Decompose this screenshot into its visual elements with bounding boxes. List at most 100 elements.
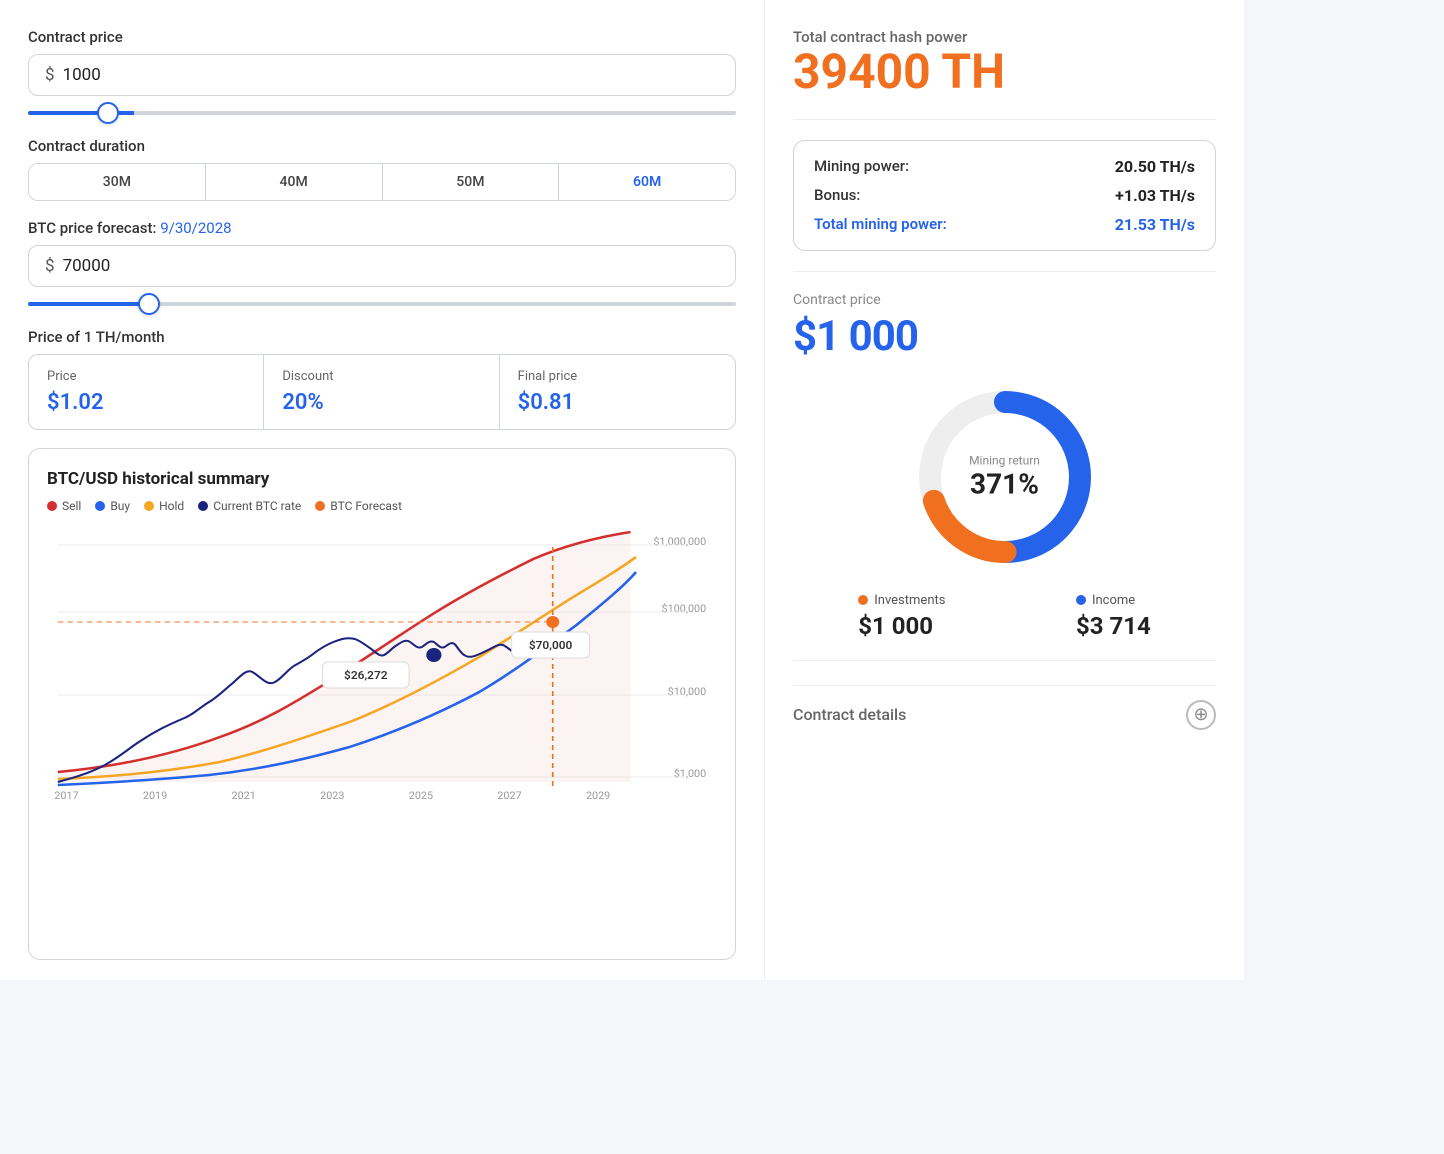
bonus-value: +1.03 TH/s (1115, 186, 1195, 205)
chart-title: BTC/USD historical summary (47, 469, 717, 489)
x-label-2025: 2025 (409, 789, 433, 801)
legend-hold-dot (144, 501, 154, 511)
legend-current-btc-label: Current BTC rate (213, 499, 301, 513)
mining-power-label: Mining power: (814, 157, 909, 175)
divider-2 (793, 271, 1216, 272)
donut-section: Mining return 371% Investments $1 000 In… (793, 377, 1216, 640)
legend-hold-label: Hold (159, 499, 184, 513)
btc-price-value: 70000 (63, 256, 111, 276)
duration-tabs: 30M 40M 50M 60M (28, 163, 736, 201)
total-mining-value: 21.53 TH/s (1115, 215, 1195, 234)
chart-container: $1,000,000 $100,000 $10,000 $1,000 (47, 527, 717, 807)
th-price-cell-final: Final price $0.81 (500, 355, 735, 429)
income-dot (1076, 595, 1086, 605)
contract-details-row: Contract details ⊕ (793, 685, 1216, 730)
divider-1 (793, 119, 1216, 120)
btc-price-input-box[interactable]: $ 70000 (28, 245, 736, 287)
contract-price-label: Contract price (28, 28, 736, 46)
investments-label-text: Investments (874, 593, 945, 608)
forecast-date[interactable]: 9/30/2028 (160, 219, 231, 237)
contract-price-section: Contract price $ 1000 (28, 28, 736, 119)
contract-price-display-value: $1 000 (793, 312, 1216, 361)
legend-buy-label: Buy (110, 499, 130, 513)
tab-40m[interactable]: 40M (206, 164, 383, 200)
total-mining-label: Total mining power: (814, 215, 947, 233)
investments-dot (858, 595, 868, 605)
total-hash-section: Total contract hash power 39400 TH (793, 28, 1216, 99)
svg-text:$100,000: $100,000 (662, 602, 707, 614)
contract-price-display-section: Contract price $1 000 (793, 292, 1216, 361)
investments-value: $1 000 (858, 612, 933, 640)
chart-legend: Sell Buy Hold Current BTC rate BTC Forec… (47, 499, 717, 513)
contract-price-input-box[interactable]: $ 1000 (28, 54, 736, 96)
donut-label: Mining return 371% (969, 453, 1040, 500)
current-btc-dot (426, 648, 441, 662)
th-price-cell-price-value: $1.02 (47, 390, 245, 415)
contract-price-value: 1000 (63, 65, 101, 85)
svg-text:$1,000: $1,000 (674, 767, 707, 779)
currency-symbol: $ (45, 65, 55, 85)
invest-income-row: Investments $1 000 Income $3 714 (793, 593, 1216, 640)
investments-label-row: Investments (858, 593, 945, 608)
donut-return-pct: 371% (969, 467, 1040, 500)
btc-forecast-section: BTC price forecast: 9/30/2028 $ 70000 (28, 219, 736, 310)
svg-text:$1,000,000: $1,000,000 (653, 535, 706, 547)
tab-50m[interactable]: 50M (383, 164, 560, 200)
legend-current-btc: Current BTC rate (198, 499, 301, 513)
tooltip2-text: $70,000 (529, 638, 572, 651)
th-price-cell-discount-value: 20% (282, 390, 480, 415)
income-label-text: Income (1092, 593, 1135, 608)
legend-hold: Hold (144, 499, 184, 513)
chart-section: BTC/USD historical summary Sell Buy Hold… (28, 448, 736, 960)
mining-row-total: Total mining power: 21.53 TH/s (814, 215, 1195, 234)
svg-text:$10,000: $10,000 (668, 685, 707, 697)
x-label-2023: 2023 (320, 789, 344, 801)
contract-duration-label: Contract duration (28, 137, 736, 155)
contract-price-slider-wrap (28, 96, 736, 119)
th-price-cell-discount: Discount 20% (264, 355, 499, 429)
contract-duration-section: Contract duration 30M 40M 50M 60M (28, 137, 736, 201)
right-panel: Total contract hash power 39400 TH Minin… (764, 0, 1244, 980)
x-label-2027: 2027 (497, 789, 521, 801)
legend-btc-forecast: BTC Forecast (315, 499, 402, 513)
donut-container: Mining return 371% (905, 377, 1105, 577)
th-price-cell-final-label: Final price (518, 369, 717, 384)
th-price-cell-price-label: Price (47, 369, 245, 384)
legend-sell: Sell (47, 499, 81, 513)
forecast-dot (546, 616, 559, 628)
tooltip1-text: $26,272 (344, 668, 388, 681)
investments-item: Investments $1 000 (858, 593, 945, 640)
legend-btc-forecast-label: BTC Forecast (330, 499, 402, 513)
x-label-2017: 2017 (54, 789, 78, 801)
th-price-cell-discount-label: Discount (282, 369, 480, 384)
income-item: Income $3 714 (1076, 593, 1151, 640)
legend-buy-dot (95, 501, 105, 511)
plus-icon: ⊕ (1193, 704, 1208, 725)
income-label-row: Income (1076, 593, 1135, 608)
th-price-cell-price: Price $1.02 (29, 355, 264, 429)
btc-price-slider[interactable] (28, 302, 736, 306)
income-value: $3 714 (1076, 612, 1151, 640)
bonus-label: Bonus: (814, 186, 860, 204)
chart-svg: $1,000,000 $100,000 $10,000 $1,000 (47, 527, 717, 807)
btc-price-slider-wrap (28, 287, 736, 310)
legend-sell-dot (47, 501, 57, 511)
tab-60m[interactable]: 60M (559, 164, 735, 200)
contract-price-slider[interactable] (28, 111, 736, 115)
legend-sell-label: Sell (62, 499, 81, 513)
x-label-2021: 2021 (232, 789, 256, 801)
contract-details-label: Contract details (793, 705, 906, 724)
btc-forecast-label: BTC price forecast: 9/30/2028 (28, 219, 736, 237)
th-price-section: Price of 1 TH/month Price $1.02 Discount… (28, 328, 736, 430)
btc-currency-symbol: $ (45, 256, 55, 276)
x-label-2019: 2019 (143, 789, 167, 801)
th-price-cell-final-value: $0.81 (518, 390, 717, 415)
legend-buy: Buy (95, 499, 130, 513)
divider-3 (793, 660, 1216, 661)
x-label-2029: 2029 (586, 789, 610, 801)
contract-details-button[interactable]: ⊕ (1186, 700, 1216, 730)
legend-btc-forecast-dot (315, 501, 325, 511)
mining-power-box: Mining power: 20.50 TH/s Bonus: +1.03 TH… (793, 140, 1216, 251)
th-price-label: Price of 1 TH/month (28, 328, 736, 346)
tab-30m[interactable]: 30M (29, 164, 206, 200)
